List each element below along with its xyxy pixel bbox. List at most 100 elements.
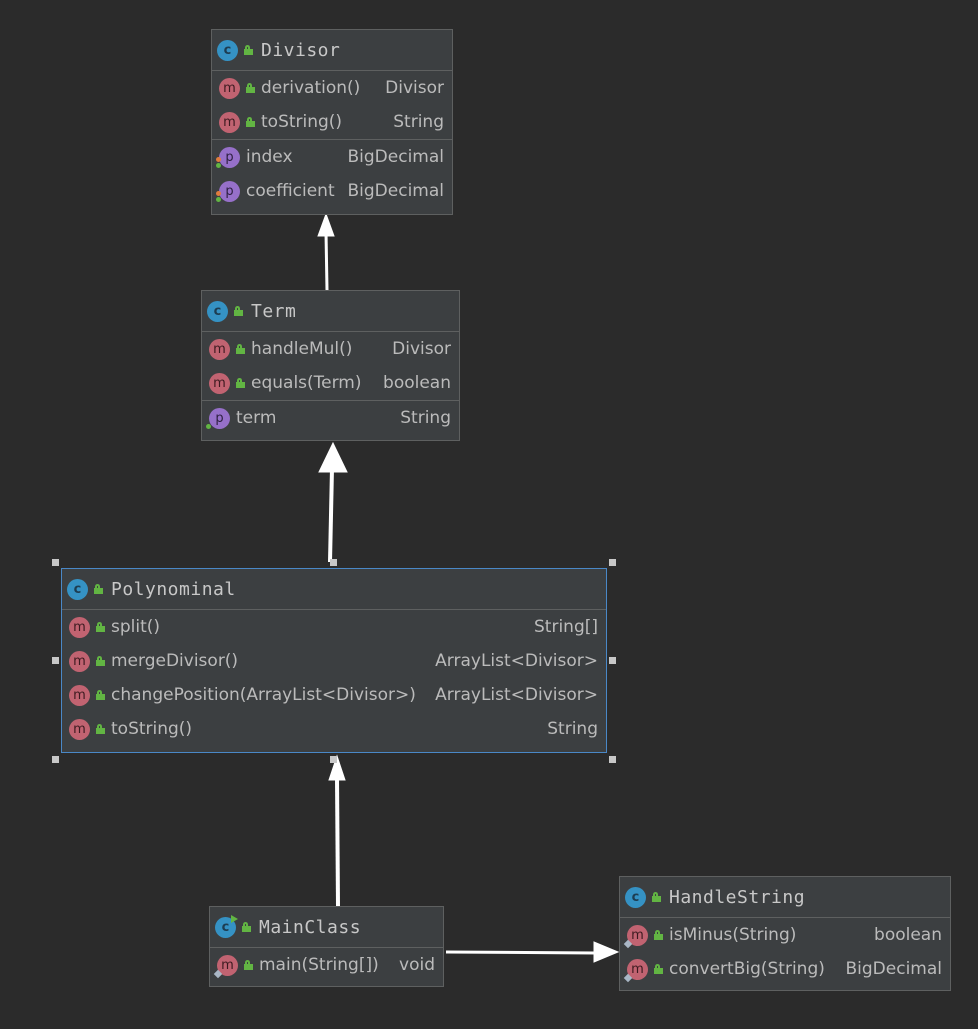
public-lock-icon: [236, 378, 245, 388]
edge-mainclass-handlestring: [445, 950, 597, 955]
method-type: String: [547, 719, 598, 739]
public-lock-icon: [244, 45, 253, 55]
class-header: c Term: [202, 291, 459, 332]
method-row[interactable]: m equals(Term) boolean: [202, 366, 459, 400]
property-row[interactable]: p index BigDecimal: [212, 140, 452, 174]
class-header: c HandleString: [620, 877, 950, 918]
class-handlestring[interactable]: c HandleString m isMinus(String) boolean…: [619, 876, 951, 991]
method-icon: m: [209, 338, 230, 360]
class-term[interactable]: c Term m handleMul() Divisor m equals(Te…: [201, 290, 460, 441]
public-lock-icon: [96, 690, 105, 700]
resize-handle-bottom-left[interactable]: [52, 756, 59, 763]
method-icon: m: [209, 372, 230, 394]
method-type: void: [399, 955, 435, 975]
method-icon: m: [69, 684, 90, 706]
class-icon: c: [217, 39, 238, 61]
method-icon: m: [213, 954, 238, 978]
getter-dot-icon: [206, 423, 211, 429]
method-name: mergeDivisor(): [111, 651, 239, 671]
class-name: Polynominal: [111, 578, 236, 600]
public-lock-icon: [94, 584, 103, 594]
method-type: String: [393, 112, 444, 132]
public-lock-icon: [654, 964, 663, 974]
method-type: String[]: [534, 617, 598, 637]
property-icon: p: [216, 146, 240, 168]
method-icon: m: [69, 616, 90, 638]
method-row[interactable]: m convertBig(String) BigDecimal: [620, 952, 950, 986]
field-dot-icon: [216, 190, 221, 196]
method-name: equals(Term): [251, 373, 362, 393]
property-name: index: [246, 147, 293, 167]
method-icon: m: [69, 718, 90, 740]
property-row[interactable]: p coefficient BigDecimal: [212, 174, 452, 208]
public-lock-icon: [246, 117, 255, 127]
class-header: c Divisor: [212, 30, 452, 71]
method-name: toString(): [111, 719, 193, 739]
class-header: c Polynominal: [62, 569, 606, 610]
method-row[interactable]: m handleMul() Divisor: [202, 332, 459, 366]
getter-dot-icon: [216, 162, 221, 168]
resize-handle-right[interactable]: [609, 657, 616, 664]
class-icon: c: [207, 300, 228, 322]
method-row[interactable]: m derivation() Divisor: [212, 71, 452, 105]
method-row[interactable]: m main(String[]) void: [210, 948, 443, 982]
method-icon-letter: m: [221, 957, 234, 973]
field-dot-icon: [216, 156, 221, 162]
property-icon: p: [216, 180, 240, 202]
relations-layer: [317, 212, 620, 963]
class-mainclass[interactable]: c MainClass m main(String[]) void: [209, 906, 444, 987]
method-name: handleMul(): [251, 339, 353, 359]
method-name: isMinus(String): [669, 925, 797, 945]
class-icon: c: [625, 886, 646, 908]
resize-handle-top-right[interactable]: [609, 559, 616, 566]
public-lock-icon: [244, 960, 253, 970]
resize-handle-bottom[interactable]: [330, 756, 337, 763]
public-lock-icon: [96, 622, 105, 632]
method-name: main(String[]): [259, 955, 379, 975]
edge-mainclass-polynominal: [335, 777, 340, 907]
resize-handle-left[interactable]: [52, 657, 59, 664]
class-divisor[interactable]: c Divisor m derivation() Divisor m toStr…: [211, 29, 453, 215]
method-name: convertBig(String): [669, 959, 825, 979]
resize-handle-bottom-right[interactable]: [609, 756, 616, 763]
method-type: ArrayList<Divisor>: [435, 651, 598, 671]
public-lock-icon: [242, 922, 251, 932]
method-name: toString(): [261, 112, 343, 132]
public-lock-icon: [96, 724, 105, 734]
method-name: changePosition(ArrayList<Divisor>): [111, 685, 416, 705]
method-type: Divisor: [385, 78, 444, 98]
edge-polynominal-term: [328, 467, 334, 563]
method-icon: m: [69, 650, 90, 672]
method-row[interactable]: m mergeDivisor() ArrayList<Divisor>: [62, 644, 606, 678]
method-type: Divisor: [392, 339, 451, 359]
properties-section: p index BigDecimal p coefficient BigDeci…: [212, 139, 452, 208]
method-icon-letter: m: [631, 961, 644, 977]
property-row[interactable]: p term String: [202, 401, 459, 435]
class-icon-letter: c: [221, 919, 230, 935]
method-name: split(): [111, 617, 161, 637]
method-icon: m: [623, 958, 648, 982]
arrowhead-divisor: [317, 212, 335, 237]
method-row[interactable]: m toString() String: [212, 105, 452, 139]
class-name: HandleString: [669, 886, 806, 908]
method-row[interactable]: m toString() String: [62, 712, 606, 746]
run-icon: [231, 914, 238, 923]
method-name: derivation(): [261, 78, 361, 98]
method-row[interactable]: m changePosition(ArrayList<Divisor>) Arr…: [62, 678, 606, 712]
property-name: coefficient: [246, 181, 335, 201]
class-header: c MainClass: [210, 907, 443, 948]
property-type: BigDecimal: [347, 147, 445, 167]
getter-dot-icon: [216, 196, 221, 202]
resize-handle-top[interactable]: [330, 559, 337, 566]
property-icon-letter: p: [225, 183, 234, 199]
method-type: boolean: [383, 373, 451, 393]
resize-handle-top-left[interactable]: [52, 559, 59, 566]
public-lock-icon: [234, 306, 243, 316]
edge-term-divisor: [324, 231, 329, 291]
public-lock-icon: [654, 930, 663, 940]
class-polynominal[interactable]: c Polynominal m split() String[] m merge…: [61, 568, 607, 753]
property-name: term: [236, 408, 277, 428]
method-row[interactable]: m isMinus(String) boolean: [620, 918, 950, 952]
arrowhead-handlestring: [593, 941, 620, 963]
method-row[interactable]: m split() String[]: [62, 610, 606, 644]
